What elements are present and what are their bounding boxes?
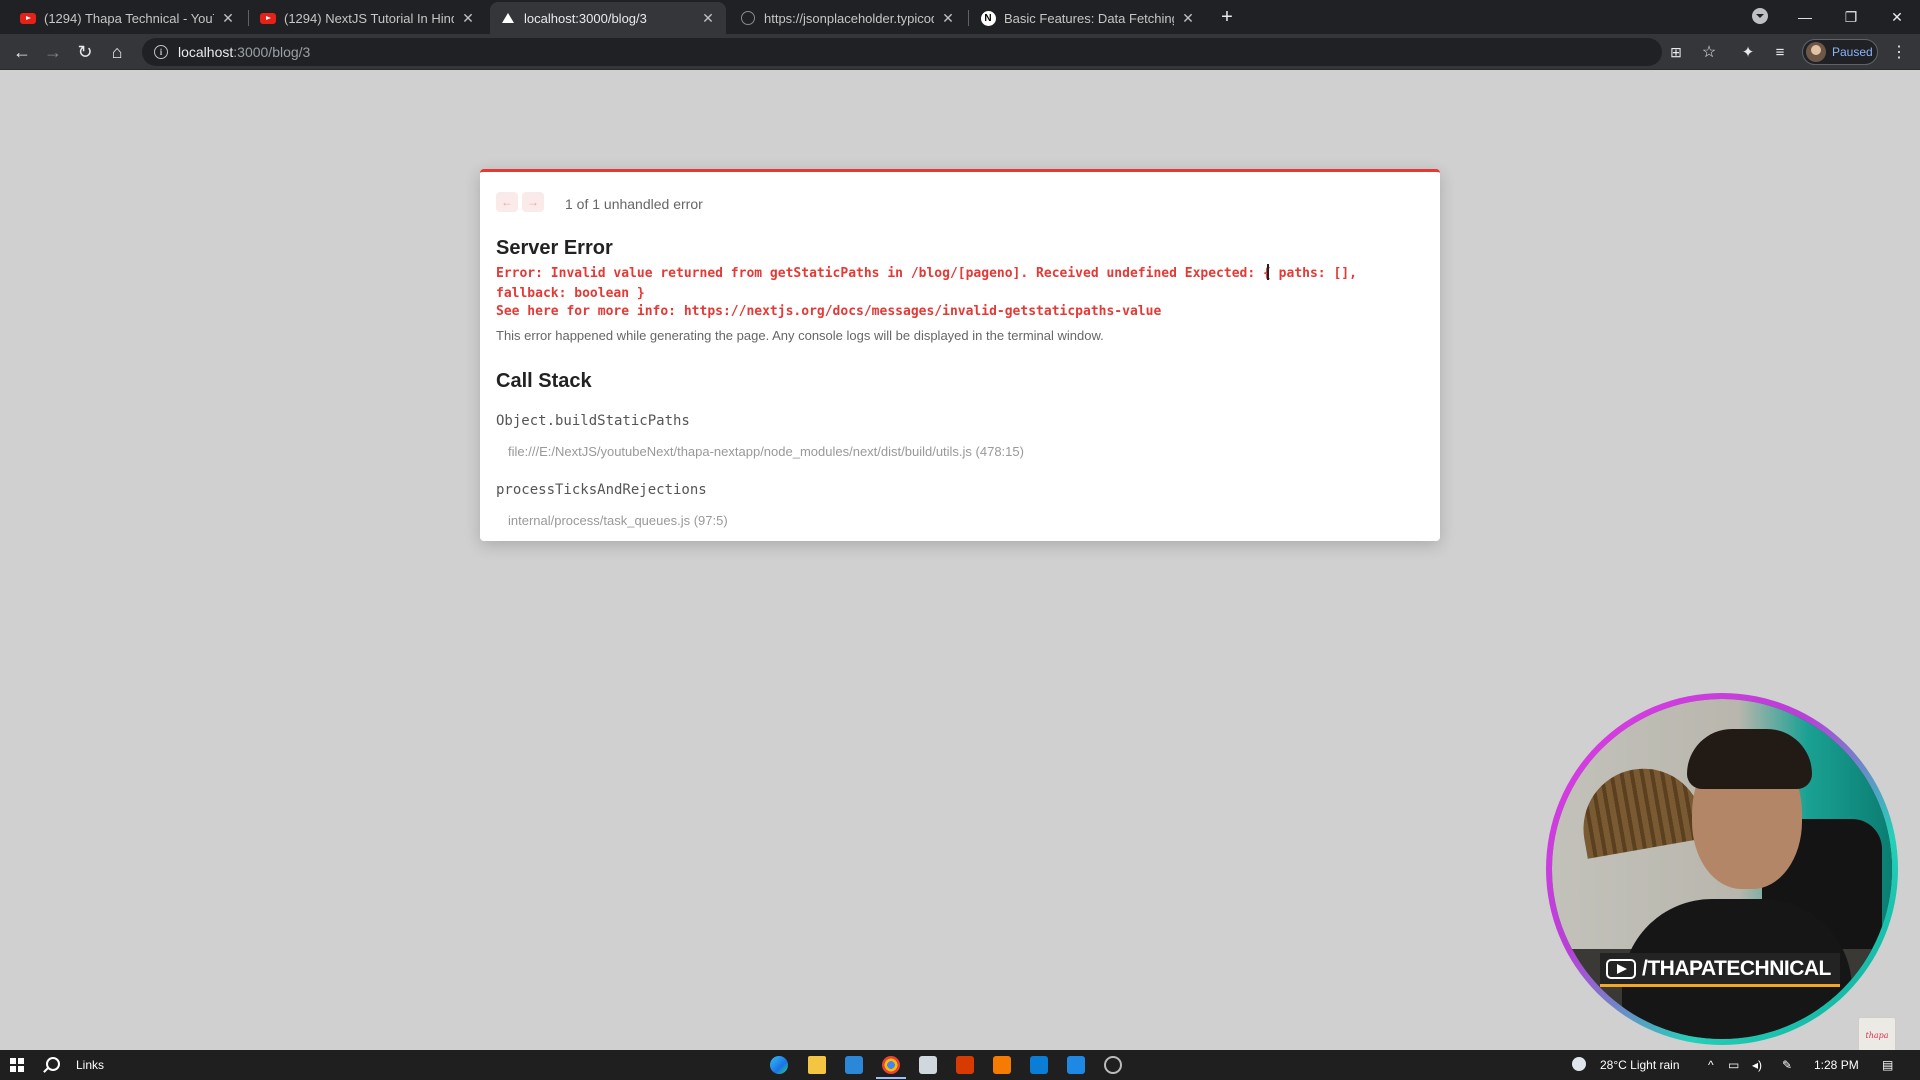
tab-title: (1294) NextJS Tutorial In Hindi 2 <box>284 10 454 26</box>
notepad-icon[interactable] <box>919 1056 937 1074</box>
menu-kebab-icon[interactable]: ⋮ <box>1885 38 1913 66</box>
tab-title: localhost:3000/blog/3 <box>524 10 647 26</box>
close-tab-icon[interactable]: ✕ <box>1180 10 1196 27</box>
search-icon[interactable] <box>46 1057 60 1071</box>
document-icon[interactable] <box>1067 1056 1085 1074</box>
logo-watermark: thapa <box>1858 1017 1896 1053</box>
taskbar-search-label[interactable]: Links <box>76 1058 104 1072</box>
stack-frame-name[interactable]: Object.buildStaticPaths <box>496 413 690 429</box>
obs-icon[interactable] <box>1104 1056 1122 1074</box>
close-tab-icon[interactable]: ✕ <box>700 10 716 27</box>
new-tab-button[interactable]: + <box>1214 4 1240 30</box>
youtube-icon <box>20 10 36 26</box>
weather-status[interactable]: 28°C Light rain <box>1600 1058 1680 1072</box>
profile-status: Paused <box>1832 45 1873 59</box>
extensions-icon[interactable]: ✦ <box>1734 38 1762 66</box>
edge-icon[interactable] <box>770 1056 788 1074</box>
stack-frame-location[interactable]: file:///E:/NextJS/youtubeNext/thapa-next… <box>508 444 1024 459</box>
call-stack-heading: Call Stack <box>496 370 592 392</box>
bookmark-star-icon[interactable]: ☆ <box>1695 38 1723 66</box>
stack-frame-location[interactable]: internal/process/task_queues.js (97:5) <box>508 513 728 528</box>
notifications-icon[interactable]: ▤ <box>1882 1058 1893 1072</box>
pen-icon[interactable]: ✎ <box>1782 1058 1792 1072</box>
globe-icon <box>740 10 756 26</box>
youtube-icon <box>260 10 276 26</box>
volume-icon[interactable]: ◂) <box>1752 1058 1762 1072</box>
nextjs-icon: N <box>980 10 996 26</box>
restore-button[interactable]: ❐ <box>1828 0 1874 34</box>
windows-start-icon[interactable] <box>10 1058 24 1072</box>
tab-title: https://jsonplaceholder.typicode <box>764 10 934 26</box>
file-explorer-icon[interactable] <box>808 1056 826 1074</box>
back-button[interactable]: ← <box>8 38 36 66</box>
error-navigation: ← → <box>496 192 544 212</box>
profile-button[interactable]: Paused <box>1802 39 1878 65</box>
clock[interactable]: 1:28 PM <box>1814 1058 1859 1072</box>
vscode-icon[interactable] <box>1030 1056 1048 1074</box>
tab-youtube-channel[interactable]: (1294) Thapa Technical - YouTube ✕ <box>10 2 246 34</box>
webcam-overlay: /THAPATECHNICAL <box>1546 693 1898 1045</box>
tab-nextjs-tutorial[interactable]: (1294) NextJS Tutorial In Hindi 2 ✕ <box>250 2 486 34</box>
tab-title: Basic Features: Data Fetching | N <box>1004 10 1174 26</box>
office-icon[interactable] <box>956 1056 974 1074</box>
media-control-icon[interactable]: ≡ <box>1766 38 1794 66</box>
tab-nextjs-docs[interactable]: N Basic Features: Data Fetching | N ✕ <box>970 2 1206 34</box>
site-info-icon[interactable]: i <box>154 45 168 59</box>
close-tab-icon[interactable]: ✕ <box>940 10 956 27</box>
minimize-button[interactable]: — <box>1782 0 1828 34</box>
tray-expand-icon[interactable]: ^ <box>1708 1058 1714 1072</box>
browser-tab-strip: (1294) Thapa Technical - YouTube ✕ (1294… <box>0 0 1920 34</box>
stack-frame-name[interactable]: processTicksAndRejections <box>496 482 707 498</box>
browser-toolbar: ← → ↻ ⌂ i localhost:3000/blog/3 ⊞ ☆ ✦ ≡ … <box>0 34 1920 70</box>
error-title: Server Error <box>496 237 613 259</box>
url-host: localhost <box>178 44 234 60</box>
webcam-video: /THAPATECHNICAL <box>1552 699 1892 1039</box>
youtube-icon <box>1606 958 1636 979</box>
qr-code-icon[interactable]: ⊞ <box>1662 38 1690 66</box>
vercel-icon <box>500 10 516 26</box>
error-counter: 1 of 1 unhandled error <box>565 196 703 212</box>
error-message: Error: Invalid value returned from getSt… <box>496 266 1357 301</box>
sublime-icon[interactable] <box>993 1056 1011 1074</box>
channel-banner: /THAPATECHNICAL <box>1600 953 1840 987</box>
home-button[interactable]: ⌂ <box>103 38 131 66</box>
forward-button[interactable]: → <box>39 38 67 66</box>
reload-button[interactable]: ↻ <box>71 38 99 66</box>
tab-title: (1294) Thapa Technical - YouTube <box>44 10 214 26</box>
url-path: :3000/blog/3 <box>233 44 311 60</box>
close-window-button[interactable]: ✕ <box>1874 0 1920 34</box>
network-icon[interactable]: ▭ <box>1728 1058 1739 1072</box>
channel-handle: /THAPATECHNICAL <box>1642 956 1831 980</box>
tab-jsonplaceholder[interactable]: https://jsonplaceholder.typicode ✕ <box>730 2 966 34</box>
tab-search-icon[interactable] <box>1752 8 1768 24</box>
error-note: This error happened while generating the… <box>496 328 1104 343</box>
error-more-info: See here for more info: https://nextjs.o… <box>496 304 1162 319</box>
close-tab-icon[interactable]: ✕ <box>220 10 236 27</box>
weather-cloud-icon[interactable] <box>1572 1057 1586 1071</box>
error-overlay-dialog: ← → 1 of 1 unhandled error Server Error … <box>480 169 1440 541</box>
avatar <box>1806 42 1826 62</box>
next-error-button[interactable]: → <box>522 192 544 212</box>
address-bar[interactable]: i localhost:3000/blog/3 <box>142 38 1662 66</box>
text-cursor <box>1267 264 1269 280</box>
close-tab-icon[interactable]: ✕ <box>460 10 476 27</box>
windows-taskbar: Links 28°C Light rain ^ ▭ ◂) ✎ 1:28 PM ▤ <box>0 1050 1920 1080</box>
tab-localhost-blog[interactable]: localhost:3000/blog/3 ✕ <box>490 2 726 34</box>
previous-error-button[interactable]: ← <box>496 192 518 212</box>
chrome-icon[interactable] <box>876 1056 906 1079</box>
mail-icon[interactable] <box>845 1056 863 1074</box>
